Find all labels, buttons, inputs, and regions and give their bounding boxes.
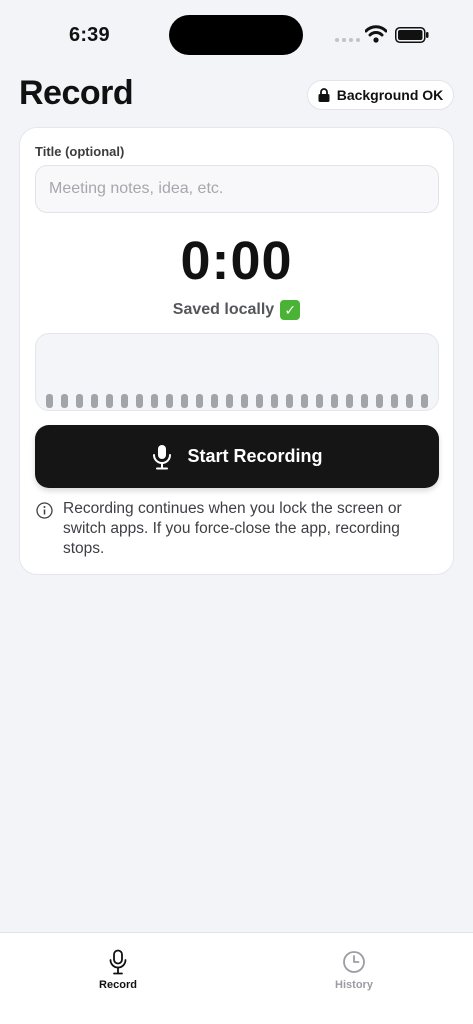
record-screen: 6:39 Record Background OK Title (optiona…	[0, 0, 473, 1024]
start-recording-label: Start Recording	[187, 446, 323, 466]
tab-record[interactable]: Record	[68, 949, 168, 991]
status-time: 6:39	[69, 24, 110, 46]
waveform-bar	[316, 394, 323, 408]
tab-history[interactable]: History	[304, 949, 404, 991]
waveform-bar	[376, 394, 383, 408]
battery-icon	[395, 27, 429, 43]
waveform-bar	[256, 394, 263, 408]
waveform-bars	[36, 392, 438, 408]
waveform-bar	[91, 394, 98, 408]
tab-bar: Record History	[0, 932, 473, 1024]
title-field-label: Title (optional)	[35, 144, 125, 159]
record-card: Title (optional) 0:00 Saved locally ✓	[19, 127, 454, 575]
waveform-bar	[181, 394, 188, 408]
background-status-label: Background OK	[336, 87, 444, 103]
waveform-bar	[421, 394, 428, 408]
waveform-bar	[271, 394, 278, 408]
clock-icon	[343, 951, 365, 973]
lock-icon	[318, 88, 330, 102]
tab-record-label: Record	[99, 979, 137, 991]
waveform-bar	[61, 394, 68, 408]
waveform-bar	[121, 394, 128, 408]
waveform-bar	[346, 394, 353, 408]
waveform-bar	[151, 394, 158, 408]
background-status-badge[interactable]: Background OK	[307, 80, 454, 110]
cellular-signal-icon	[335, 38, 360, 42]
info-icon	[36, 502, 53, 519]
audio-waveform	[35, 333, 439, 411]
tab-history-label: History	[335, 979, 373, 991]
waveform-bar	[211, 394, 218, 408]
waveform-bar	[331, 394, 338, 408]
waveform-bar	[241, 394, 248, 408]
recording-timer: 0:00	[180, 231, 293, 291]
dynamic-island	[169, 15, 303, 55]
saved-status-text: Saved locally	[172, 301, 275, 318]
background-info-text: Recording continues when you lock the sc…	[63, 500, 402, 557]
waveform-bar	[226, 394, 233, 408]
waveform-bar	[286, 394, 293, 408]
waveform-bar	[136, 394, 143, 408]
waveform-bar	[46, 394, 53, 408]
title-input[interactable]	[35, 165, 439, 213]
page-title: Record	[19, 74, 134, 112]
wifi-icon	[365, 25, 387, 43]
waveform-bar	[391, 394, 398, 408]
mic-icon	[109, 949, 127, 975]
waveform-bar	[361, 394, 368, 408]
waveform-bar	[301, 394, 308, 408]
waveform-bar	[166, 394, 173, 408]
saved-status: Saved locally ✓	[20, 300, 453, 320]
waveform-bar	[406, 394, 413, 408]
waveform-bar	[76, 394, 83, 408]
microphone-icon	[153, 444, 172, 469]
waveform-bar	[106, 394, 113, 408]
start-recording-button[interactable]: Start Recording	[35, 425, 439, 488]
status-bar: 6:39	[0, 0, 473, 64]
waveform-bar	[196, 394, 203, 408]
check-mark-icon: ✓	[280, 300, 301, 320]
